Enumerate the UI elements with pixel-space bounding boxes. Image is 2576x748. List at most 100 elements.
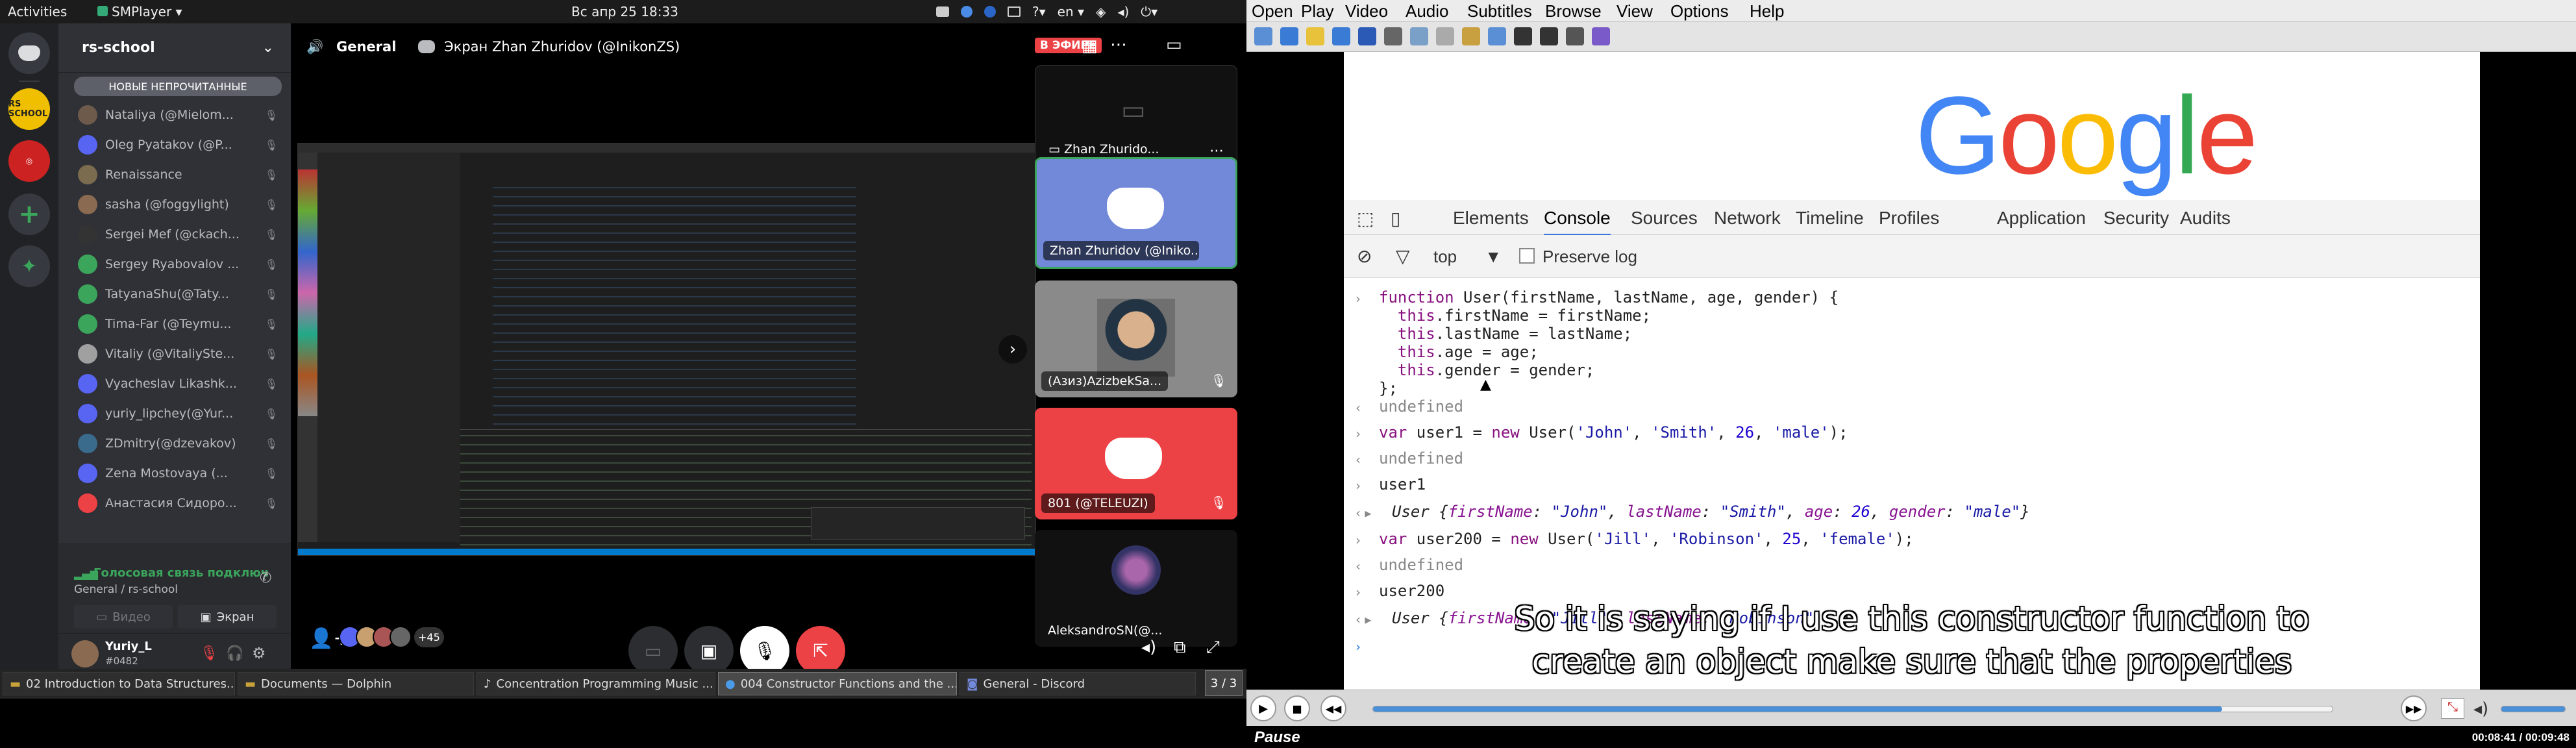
stop-button[interactable]: ■ xyxy=(1284,695,1310,721)
devtools-tab[interactable]: Application xyxy=(1997,208,2086,229)
menu-item[interactable]: Audio xyxy=(1406,1,1449,21)
voice-member[interactable]: Tima-Far (@Teymu... 🎙 xyxy=(78,312,286,336)
toolbar-button-icon[interactable] xyxy=(1410,27,1428,45)
participant-tile[interactable]: Zhan Zhuridov (@Iniko... xyxy=(1035,157,1237,269)
screen-button[interactable]: ▣ Экран xyxy=(178,605,277,629)
taskbar-item[interactable]: ◙ General - Discord xyxy=(960,672,1196,695)
volume-slider[interactable] xyxy=(2501,706,2566,712)
tray-blue-icon[interactable] xyxy=(984,6,996,18)
toolbar-button-icon[interactable] xyxy=(1436,27,1454,45)
tray-mail-icon[interactable] xyxy=(1008,6,1021,17)
voice-member[interactable]: Sergei Mef (@ckach... 🎙 xyxy=(78,222,286,247)
camera-toggle-button[interactable]: ▭ xyxy=(628,626,678,675)
avatar[interactable] xyxy=(71,640,99,667)
inspect-icon[interactable]: ⬚ xyxy=(1357,208,1374,229)
leave-call-button[interactable]: ⇱ xyxy=(796,626,845,675)
guild-rsschool-icon[interactable]: RS SCHOOL xyxy=(8,88,50,130)
rewind-button[interactable]: ◀◀ xyxy=(1320,695,1346,721)
toolbar-button-icon[interactable] xyxy=(1384,27,1402,45)
menu-item[interactable]: Video xyxy=(1345,1,1388,21)
more-icon[interactable]: ⋯ xyxy=(1110,35,1127,55)
video-button[interactable]: ▭ Видео xyxy=(74,605,173,629)
guild-red-icon[interactable]: ◎ xyxy=(8,140,50,182)
voice-member[interactable]: TatyanaShu(@Taty... 🎙 xyxy=(78,282,286,306)
toolbar-button-icon[interactable] xyxy=(1358,27,1376,45)
device-icon[interactable]: ▯ xyxy=(1391,208,1400,229)
workspace-counter[interactable]: 3 / 3 xyxy=(1205,670,1243,696)
voice-member[interactable]: sasha (@foggylight) 🎙 xyxy=(78,192,286,217)
menu-item[interactable]: Subtitles xyxy=(1467,1,1532,21)
voice-member[interactable]: Nataliya (@Mielom... 🎙 xyxy=(78,103,286,127)
seek-bar[interactable] xyxy=(1372,706,2333,712)
menu-item[interactable]: Open xyxy=(1252,1,1293,21)
voice-member[interactable]: Zena Mostovaya (... 🎙 xyxy=(78,461,286,486)
activities-button[interactable]: Activities xyxy=(8,4,67,19)
devtools-tab[interactable]: Network xyxy=(1714,208,1781,229)
discord-home-icon[interactable] xyxy=(8,32,50,74)
participant-tile[interactable]: 801 (@TELEUZI) 🎙 xyxy=(1035,408,1237,519)
next-stream-arrow-icon[interactable]: › xyxy=(998,335,1027,364)
menu-item[interactable]: Play xyxy=(1301,1,1334,21)
disconnect-icon[interactable]: ✆ xyxy=(260,570,271,586)
toolbar-button-icon[interactable] xyxy=(1306,27,1324,45)
power-icon[interactable]: ⏻▾ xyxy=(1141,4,1158,19)
devtools-tab[interactable]: Security xyxy=(2103,208,2169,229)
headphones-icon[interactable]: 🎧 xyxy=(226,645,243,662)
mute-volume-icon[interactable]: ◂) xyxy=(2473,699,2488,719)
toolbar-button-icon[interactable] xyxy=(1540,27,1558,45)
volume-icon[interactable]: ◂) xyxy=(1117,4,1129,19)
devtools-tab[interactable]: Sources xyxy=(1631,208,1698,229)
screen-share-button[interactable]: ▣ xyxy=(684,626,734,675)
add-server-icon[interactable]: + xyxy=(8,193,50,235)
devtools-tab[interactable]: Timeline xyxy=(1796,208,1864,229)
voice-connected-label[interactable]: Голосовая связь подключ xyxy=(93,566,269,580)
shared-screen[interactable] xyxy=(297,143,1036,556)
network-icon[interactable]: ◈ xyxy=(1096,4,1106,19)
voice-member[interactable]: Oleg Pyatakov (@P... 🎙 xyxy=(78,132,286,157)
toolbar-button-icon[interactable] xyxy=(1566,27,1584,45)
voice-member[interactable]: Renaissance 🎙 xyxy=(78,162,286,187)
toolbar-button-icon[interactable] xyxy=(1514,27,1532,45)
volume-icon[interactable]: ◂) xyxy=(1141,638,1156,657)
context-select[interactable]: top ▼ xyxy=(1433,247,1502,267)
server-header[interactable]: rs-school ⌄ xyxy=(58,23,291,73)
toolbar-button-icon[interactable] xyxy=(1332,27,1350,45)
toolbar-button-icon[interactable] xyxy=(1254,27,1272,45)
tray-globe-icon[interactable] xyxy=(961,6,972,18)
voice-member[interactable]: Vyacheslav Likashk... 🎙 xyxy=(78,371,286,396)
participant-tile[interactable]: AleksandroSN(@... xyxy=(1035,530,1237,647)
fullscreen-icon[interactable]: ⤢ xyxy=(1206,638,1220,658)
taskbar-item[interactable]: ♪ Concentration Programming Music ... xyxy=(477,672,715,695)
taskbar-item[interactable]: ● 004 Constructor Functions and the ... xyxy=(718,672,957,695)
preserve-log-checkbox[interactable] xyxy=(1519,248,1535,264)
voice-member[interactable]: ZDmitry(@dzevakov) 🎙 xyxy=(78,431,286,456)
popout-icon[interactable]: ▭ xyxy=(1166,35,1182,55)
tray-help-icon[interactable]: ?▾ xyxy=(1032,4,1046,19)
tray-discord-icon[interactable] xyxy=(936,6,949,17)
clock[interactable]: Вс апр 25 18:33 xyxy=(571,4,678,19)
gear-icon[interactable]: ⚙ xyxy=(252,644,266,662)
toolbar-button-icon[interactable] xyxy=(1592,27,1610,45)
app-menu[interactable]: SMPlayer ▾ xyxy=(97,4,182,19)
voice-channel-label[interactable]: General / rs-school xyxy=(74,583,178,596)
new-unread-banner[interactable]: НОВЫЕ НЕПРОЧИТАННЫЕ xyxy=(74,77,282,96)
clear-console-icon[interactable]: ⊘ xyxy=(1357,245,1372,267)
devtools-tab[interactable]: Elements xyxy=(1453,208,1529,229)
voice-member[interactable]: Vitaliy (@VitaliySte... 🎙 xyxy=(78,342,286,366)
voice-member[interactable]: Sergey Ryabovalov ... 🎙 xyxy=(78,252,286,277)
toolbar-button-icon[interactable] xyxy=(1280,27,1298,45)
voice-member[interactable]: Анастасия Сидоро... 🎙 xyxy=(78,491,286,516)
filter-icon[interactable]: ▽ xyxy=(1396,245,1410,267)
menu-item[interactable]: View xyxy=(1616,1,1653,21)
menu-item[interactable]: Browse xyxy=(1545,1,1602,21)
forward-button[interactable]: ▶▶ xyxy=(2401,695,2427,721)
mute-toggle-button[interactable]: 🎙 xyxy=(740,626,789,675)
play-button[interactable]: ▶ xyxy=(1250,695,1276,721)
viewer-avatars[interactable]: +45 xyxy=(339,626,444,648)
console-object-output[interactable]: User {firstName: "John", lastName: "Smit… xyxy=(1392,503,2030,521)
voice-member[interactable]: yuriy_lipchey(@Yur... 🎙 xyxy=(78,401,286,426)
menu-item[interactable]: Help xyxy=(1750,1,1784,21)
expand-triangle-icon[interactable]: ‹ ▸ xyxy=(1356,505,1371,521)
mute-icon[interactable]: 🎙 xyxy=(200,645,218,662)
menu-item[interactable]: Options xyxy=(1670,1,1729,21)
